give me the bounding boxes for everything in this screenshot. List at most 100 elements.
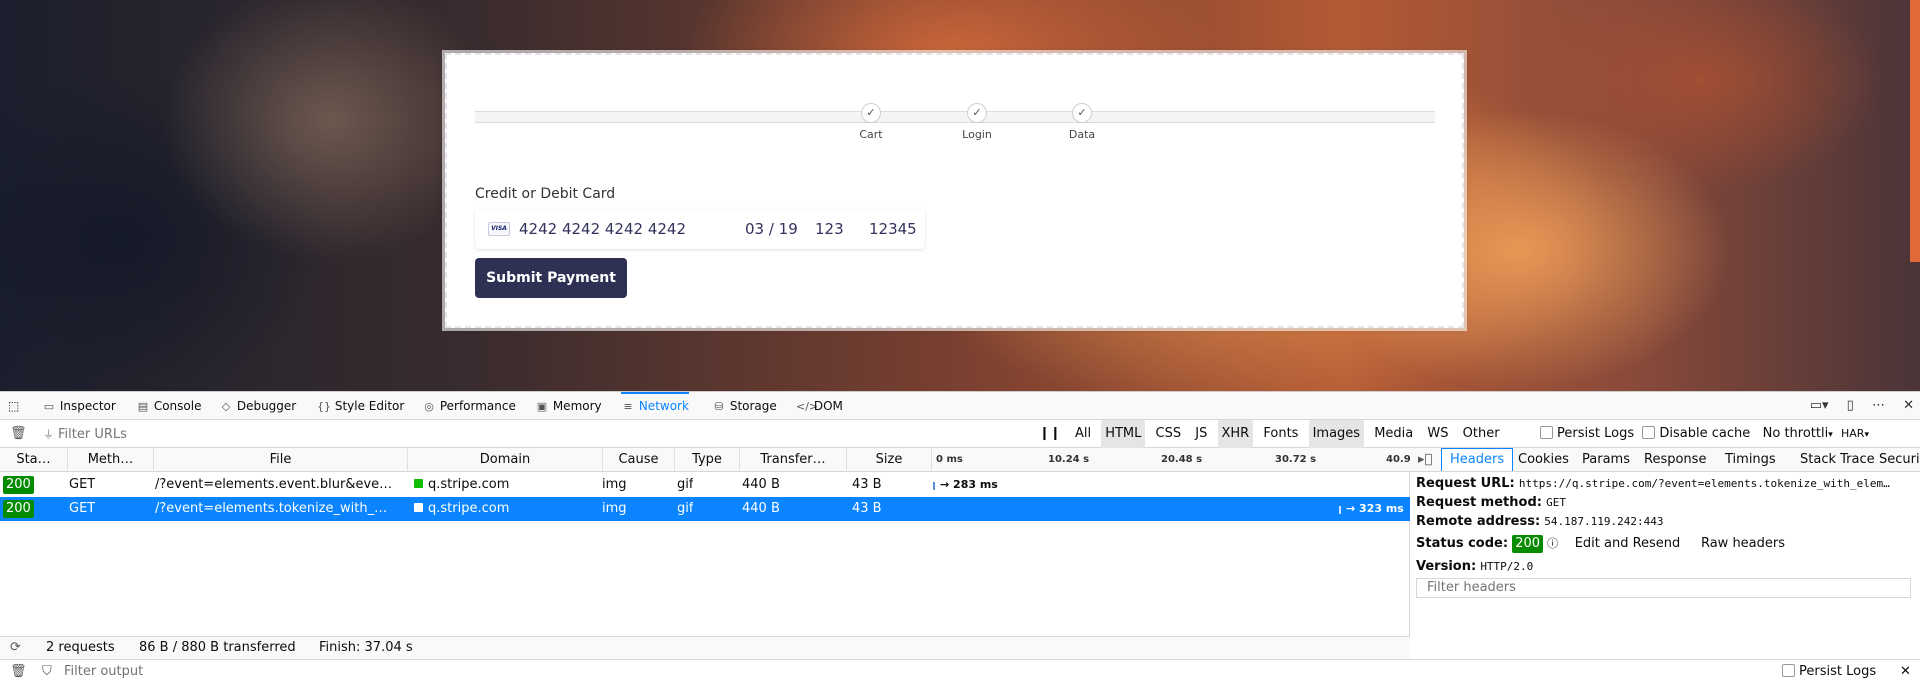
filter-headers-input[interactable]: Filter headers: [1416, 578, 1911, 598]
filter-output-input[interactable]: Filter output: [64, 660, 143, 684]
col-type[interactable]: Type: [675, 448, 740, 472]
braces-icon: {}: [317, 400, 331, 413]
request-url-value[interactable]: https://q.stripe.com/?event=elements.tok…: [1519, 477, 1890, 490]
filter-icon: ⏚: [43, 428, 54, 441]
request-row[interactable]: 200 GET /?event=elements.tokenize_with_……: [0, 497, 1410, 521]
col-method[interactable]: Meth…: [68, 448, 154, 472]
lock-icon: [414, 479, 423, 488]
network-filter-bar: 🗑 ⏚ ❙❙ All HTML CSS JS XHR Fonts Images …: [0, 420, 1920, 448]
tab-style-editor[interactable]: {} Style Editor: [317, 392, 404, 420]
summary-requests: 2 requests: [46, 640, 115, 655]
filter-js[interactable]: JS: [1191, 420, 1211, 448]
clear-requests-icon[interactable]: 🗑: [10, 426, 27, 441]
filter-all[interactable]: All: [1071, 420, 1095, 448]
submit-payment-button[interactable]: Submit Payment: [475, 258, 627, 298]
type-filters: ❙❙ All HTML CSS JS XHR Fonts Images Medi…: [1035, 420, 1506, 448]
filter-urls-input[interactable]: [58, 424, 558, 444]
filter-ws[interactable]: WS: [1423, 420, 1452, 448]
console-icon: ▤: [137, 400, 149, 413]
filter-media[interactable]: Media: [1370, 420, 1417, 448]
throttling-select[interactable]: No throttli: [1763, 426, 1829, 441]
col-cause[interactable]: Cause: [603, 448, 675, 472]
close-console-icon[interactable]: ✕: [1900, 660, 1911, 684]
tab-stack-trace[interactable]: Stack Trace: [1800, 448, 1875, 472]
col-file[interactable]: File: [154, 448, 408, 472]
timeline-tick: 30.72 s: [1275, 454, 1317, 465]
tab-console[interactable]: ▤ Console: [136, 392, 202, 420]
col-size[interactable]: Size: [847, 448, 932, 472]
filter-css[interactable]: CSS: [1152, 420, 1186, 448]
disable-cache-label: Disable cache: [1659, 426, 1751, 441]
dock-layout-icon[interactable]: ▭▾: [1810, 398, 1829, 413]
request-method: GET: [69, 501, 96, 516]
filter-fonts[interactable]: Fonts: [1259, 420, 1302, 448]
devtools-panel: ⬚ ▭ Inspector ▤ Console ◇ Debugger {} St…: [0, 391, 1920, 683]
card-zip-field[interactable]: 12345: [869, 220, 917, 238]
element-picker-icon[interactable]: ⬚: [8, 392, 19, 420]
close-devtools-icon[interactable]: ✕: [1903, 398, 1914, 413]
check-icon: ✓: [1072, 103, 1092, 123]
tab-storage[interactable]: ⛁ Storage: [712, 392, 776, 420]
card-label: Credit or Debit Card: [475, 186, 616, 202]
request-row[interactable]: 200 GET /?event=elements.event.blur&eve……: [0, 473, 1410, 497]
request-list-header: Sta… Meth… File Domain Cause Type Transf…: [0, 448, 1411, 472]
network-options: Persist Logs Disable cache No throttli▾ …: [1540, 420, 1869, 448]
tab-cookies[interactable]: Cookies: [1518, 448, 1569, 472]
col-domain[interactable]: Domain: [408, 448, 603, 472]
filter-html[interactable]: HTML: [1101, 420, 1146, 448]
toggle-sidebar-icon[interactable]: ▸⃞: [1418, 448, 1432, 472]
step-label: Cart: [859, 128, 883, 141]
raw-headers-button[interactable]: Raw headers: [1701, 536, 1785, 551]
tab-dom[interactable]: </> DOM: [796, 392, 843, 420]
disable-cache-checkbox[interactable]: [1642, 426, 1656, 439]
console-persist-logs[interactable]: Persist Logs: [1782, 660, 1876, 684]
check-icon: ✓: [861, 103, 881, 123]
filter-other[interactable]: Other: [1459, 420, 1504, 448]
tab-response[interactable]: Response: [1644, 448, 1706, 472]
step-label: Login: [962, 128, 992, 141]
step-label: Data: [1068, 128, 1096, 141]
card-input[interactable]: VISA 4242 4242 4242 4242 03 / 19 123 123…: [475, 209, 925, 249]
filter-images[interactable]: Images: [1308, 420, 1365, 448]
filter-xhr[interactable]: XHR: [1217, 420, 1254, 448]
page-scrollbar[interactable]: [1910, 0, 1920, 262]
tab-params[interactable]: Params: [1582, 448, 1630, 472]
console-filter-bar: 🗑 ⛉ Filter output Persist Logs ✕: [0, 659, 1920, 683]
tab-memory[interactable]: ▣ Memory: [535, 392, 602, 420]
summary-transferred: 86 B / 880 B transferred: [139, 640, 296, 655]
pause-button[interactable]: ❙❙: [1035, 420, 1065, 448]
request-url-row: Request URL: https://q.stripe.com/?event…: [1416, 476, 1890, 491]
persist-logs-checkbox[interactable]: [1782, 664, 1795, 677]
card-number-field[interactable]: 4242 4242 4242 4242: [519, 220, 686, 238]
tab-headers[interactable]: Headers: [1441, 448, 1514, 471]
tab-performance[interactable]: ◎ Performance: [422, 392, 516, 420]
reload-icon[interactable]: ⟳: [10, 637, 21, 659]
page-viewport: ✓ Cart ✓ Login ✓ Data Credit or Debit Ca…: [0, 0, 1920, 391]
dom-icon: </>: [796, 400, 819, 413]
step-login: ✓ Login: [947, 103, 1007, 141]
request-file: /?event=elements.event.blur&eve…: [155, 477, 393, 492]
card-expiry-field[interactable]: 03 / 19: [745, 220, 798, 238]
request-cause: img: [602, 477, 627, 492]
more-options-icon[interactable]: ⋯: [1872, 398, 1885, 413]
timeline-tick: 40.9: [1386, 454, 1411, 465]
tab-debugger[interactable]: ◇ Debugger: [219, 392, 296, 420]
responsive-design-icon[interactable]: ▯: [1847, 398, 1854, 413]
tab-network[interactable]: ≡ Network: [621, 392, 689, 420]
persist-logs-checkbox[interactable]: [1540, 426, 1553, 439]
tab-inspector[interactable]: ▭ Inspector: [42, 392, 116, 420]
tab-timings[interactable]: Timings: [1725, 448, 1776, 472]
clear-console-icon[interactable]: 🗑: [10, 660, 27, 684]
chevron-down-icon: ▾: [1828, 430, 1833, 440]
step-cart: ✓ Cart: [841, 103, 901, 141]
edit-resend-button[interactable]: Edit and Resend: [1575, 536, 1681, 551]
chevron-down-icon: ▾: [1864, 430, 1869, 440]
card-cvc-field[interactable]: 123: [815, 220, 844, 238]
har-menu[interactable]: HAR: [1841, 427, 1864, 440]
col-status[interactable]: Sta…: [0, 448, 68, 472]
col-transferred[interactable]: Transfer…: [740, 448, 847, 472]
help-icon[interactable]: ⓘ: [1547, 537, 1558, 550]
request-domain: q.stripe.com: [414, 497, 509, 521]
debugger-icon: ◇: [221, 400, 231, 413]
tab-security[interactable]: Securit: [1879, 448, 1920, 472]
